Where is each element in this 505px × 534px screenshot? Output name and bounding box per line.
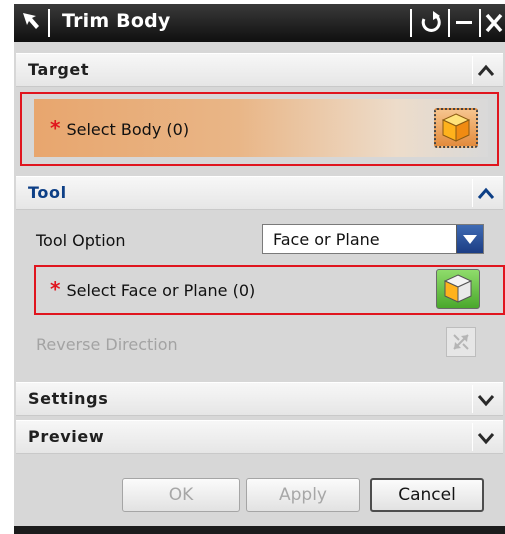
title-separator	[48, 9, 50, 37]
tool-option-label: Tool Option	[36, 231, 126, 250]
reverse-direction-label: Reverse Direction	[36, 335, 178, 354]
face-cube-icon	[443, 274, 473, 303]
chevron-down-icon[interactable]	[475, 389, 497, 409]
chevron-up-icon[interactable]	[475, 183, 497, 203]
close-icon[interactable]	[482, 4, 505, 42]
tool-section-title: Tool	[28, 183, 67, 202]
settings-section-header[interactable]: Settings	[16, 382, 503, 416]
target-section-title: Target	[28, 60, 90, 79]
chevron-down-icon[interactable]	[475, 427, 497, 447]
ok-button[interactable]: OK	[122, 478, 240, 512]
apply-button[interactable]: Apply	[246, 478, 360, 512]
select-face-button[interactable]	[436, 269, 480, 309]
chevron-up-icon[interactable]	[475, 60, 497, 80]
select-face-row[interactable]: * Select Face or Plane (0)	[50, 277, 255, 301]
header-separator	[472, 423, 473, 451]
tool-option-value: Face or Plane	[273, 230, 380, 249]
header-separator	[472, 385, 473, 413]
cancel-button[interactable]: Cancel	[370, 478, 484, 512]
dialog-bottom-edge	[14, 526, 505, 534]
header-separator	[472, 56, 473, 84]
preview-section-header[interactable]: Preview	[16, 420, 503, 454]
title-separator	[448, 9, 450, 37]
solid-body-icon	[441, 113, 471, 142]
reverse-direction-button[interactable]	[446, 327, 476, 357]
dropdown-arrow-icon[interactable]	[456, 225, 483, 253]
required-marker: *	[50, 116, 61, 140]
tool-option-dropdown[interactable]: Face or Plane	[262, 224, 484, 254]
target-section-header[interactable]: Target	[16, 53, 503, 87]
dialog-title: Trim Body	[62, 10, 171, 32]
reverse-arrows-icon	[453, 334, 469, 350]
required-marker: *	[50, 277, 61, 301]
select-body-button[interactable]	[434, 108, 478, 148]
trim-body-dialog: Trim Body Target * Select Body (0) Tool …	[14, 4, 505, 534]
title-separator	[479, 9, 481, 37]
reset-icon[interactable]	[416, 4, 446, 42]
title-bar: Trim Body	[14, 4, 505, 42]
preview-section-title: Preview	[28, 427, 105, 446]
title-separator	[410, 9, 412, 37]
tool-section-header[interactable]: Tool	[16, 176, 503, 210]
select-body-label: Select Body (0)	[66, 120, 190, 139]
select-body-row[interactable]: * Select Body (0)	[34, 99, 488, 157]
pin-arrow-icon[interactable]	[14, 4, 46, 42]
minimize-icon[interactable]	[452, 4, 482, 42]
select-body-label-wrap: * Select Body (0)	[50, 116, 189, 140]
select-face-label: Select Face or Plane (0)	[66, 281, 256, 300]
settings-section-title: Settings	[28, 389, 109, 408]
header-separator	[472, 179, 473, 207]
